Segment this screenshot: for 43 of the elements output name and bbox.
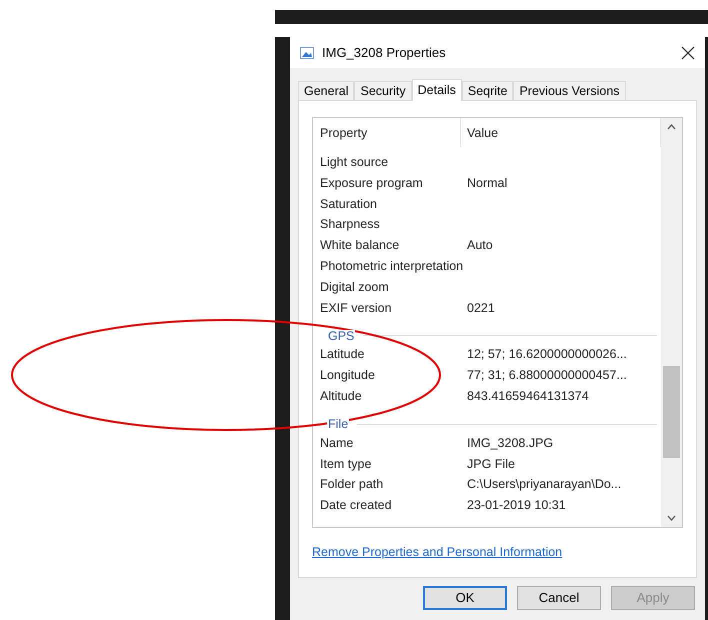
dialog-button[interactable]: OK [423,586,507,610]
property-name: Name [319,434,354,452]
property-name: Item type [319,456,372,473]
property-value: 23-01-2019 10:31 [466,497,566,514]
group-header[interactable]: GPS [327,330,356,342]
property-value: 843.41659464131374 [466,388,589,405]
property-value: Auto [466,237,493,254]
property-name: Sharpness [319,216,381,234]
property-name: Latitude [319,346,366,364]
scrollbar-thumb[interactable] [663,366,680,458]
image-file-icon [300,46,314,58]
scroll-up-icon[interactable] [667,124,676,130]
scroll-down-icon[interactable] [667,515,676,521]
property-name: Longitude [319,367,376,384]
remove-properties-link[interactable]: Remove Properties and Personal Information [312,543,562,562]
scrollbar[interactable] [661,118,682,527]
property-value: Normal [466,174,508,192]
tab[interactable]: General [298,81,354,100]
close-icon[interactable] [681,46,695,60]
tab[interactable]: Seqrite [462,81,514,100]
tab[interactable]: Previous Versions [513,81,626,100]
dialog-button[interactable]: Cancel [517,586,601,610]
property-value: 0221 [466,300,495,317]
tab[interactable]: Details [412,79,462,101]
property-value: 12; 57; 16.6200000000026... [466,346,627,364]
property-name: Light source [319,154,390,172]
group-header[interactable]: File [327,418,350,431]
property-value: C:\Users\priyanarayan\Do... [466,476,622,494]
property-name: Exposure program [319,174,424,192]
property-name: Photometric interpretation [319,258,461,275]
property-value: JPG File [466,456,515,473]
window-title: IMG_3208 Properties [322,44,446,62]
property-name: Digital zoom [319,278,390,296]
property-name: White balance [319,237,400,254]
property-name: Folder path [319,476,384,494]
property-name: Saturation [319,196,378,213]
column-header[interactable]: Property [313,118,461,147]
property-name: Altitude [319,388,363,405]
property-name: EXIF version [319,300,393,317]
property-name: Date created [319,497,393,514]
tab[interactable]: Security [354,81,412,100]
property-value: IMG_3208.JPG [466,434,554,452]
property-value: 77; 31; 6.88000000000457... [466,367,627,384]
